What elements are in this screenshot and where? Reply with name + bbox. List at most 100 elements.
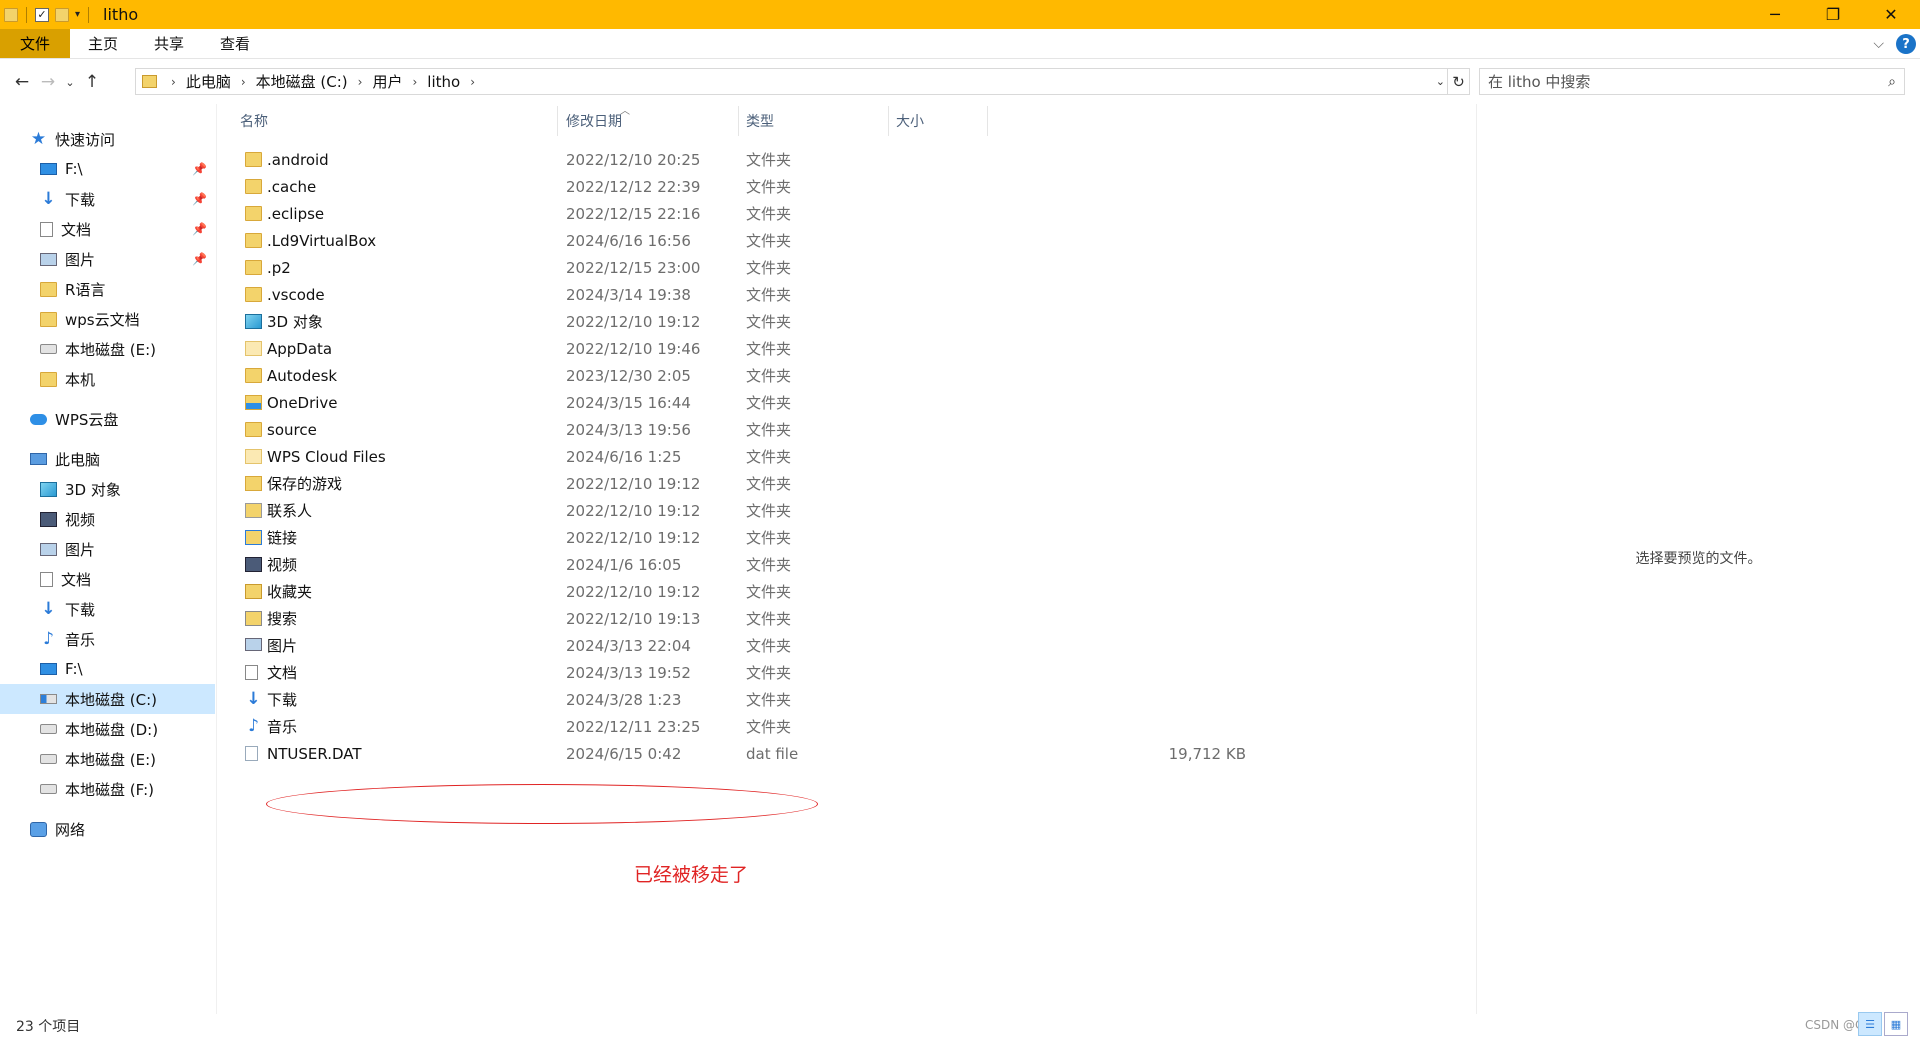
- pane-divider[interactable]: [216, 104, 217, 1014]
- column-divider[interactable]: [557, 106, 558, 136]
- column-date[interactable]: 修改日期: [566, 106, 622, 136]
- new-folder-icon[interactable]: [55, 7, 69, 22]
- details-view-icon[interactable]: ☰: [1858, 1012, 1882, 1036]
- this-pc-item[interactable]: 图片: [0, 534, 215, 564]
- file-row[interactable]: .cache 2022/12/12 22:39 文件夹: [230, 173, 1030, 200]
- pin-icon[interactable]: 📌: [192, 252, 207, 266]
- file-row[interactable]: 保存的游戏 2022/12/10 19:12 文件夹: [230, 470, 1030, 497]
- breadcrumb-litho[interactable]: litho: [423, 73, 464, 91]
- refresh-icon[interactable]: ↻: [1448, 68, 1470, 95]
- file-row[interactable]: AppData 2022/12/10 19:46 文件夹: [230, 335, 1030, 362]
- this-pc-item[interactable]: ↓ 下载: [0, 594, 215, 624]
- file-row[interactable]: .vscode 2024/3/14 19:38 文件夹: [230, 281, 1030, 308]
- minimize-icon[interactable]: ─: [1746, 0, 1804, 29]
- file-row[interactable]: 3D 对象 2022/12/10 19:12 文件夹: [230, 308, 1030, 335]
- file-row[interactable]: 收藏夹 2022/12/10 19:12 文件夹: [230, 578, 1030, 605]
- large-icons-view-icon[interactable]: ▦: [1884, 1012, 1908, 1036]
- customize-toolbar-dropdown-icon[interactable]: ▾: [75, 9, 80, 20]
- this-pc-item[interactable]: 本地磁盘 (F:): [0, 774, 215, 804]
- quick-access-item[interactable]: wps云文档: [0, 304, 215, 334]
- file-row[interactable]: 图片 2024/3/13 22:04 文件夹: [230, 632, 1030, 659]
- search-input[interactable]: [1488, 72, 1868, 91]
- breadcrumb-users[interactable]: 用户: [368, 71, 406, 92]
- breadcrumb-chevron-icon[interactable]: ›: [406, 75, 423, 89]
- file-row[interactable]: 链接 2022/12/10 19:12 文件夹: [230, 524, 1030, 551]
- breadcrumb-this-pc[interactable]: 此电脑: [182, 71, 235, 92]
- quick-access-item[interactable]: ↓ 下载 📌: [0, 184, 215, 214]
- quick-access-item[interactable]: R语言: [0, 274, 215, 304]
- nav-wps-cloud[interactable]: WPS云盘: [0, 404, 215, 434]
- this-pc-item[interactable]: 3D 对象: [0, 474, 215, 504]
- breadcrumb-chevron-icon[interactable]: ›: [352, 75, 369, 89]
- file-row[interactable]: 搜索 2022/12/10 19:13 文件夹: [230, 605, 1030, 632]
- address-dropdown-icon[interactable]: ⌄: [1436, 75, 1445, 88]
- recent-locations-chevron-icon[interactable]: ⌄: [61, 69, 79, 95]
- file-row[interactable]: 文档 2024/3/13 19:52 文件夹: [230, 659, 1030, 686]
- help-icon[interactable]: ?: [1896, 34, 1916, 54]
- quick-access-item[interactable]: 本地磁盘 (E:): [0, 334, 215, 364]
- file-row[interactable]: source 2024/3/13 19:56 文件夹: [230, 416, 1030, 443]
- properties-check-icon[interactable]: ✓: [35, 7, 49, 22]
- column-divider[interactable]: [888, 106, 889, 136]
- this-pc-item[interactable]: 本地磁盘 (C:): [0, 684, 215, 714]
- file-row[interactable]: 联系人 2022/12/10 19:12 文件夹: [230, 497, 1030, 524]
- breadcrumb-chevron-icon[interactable]: ›: [235, 75, 252, 89]
- nav-this-pc[interactable]: 此电脑: [0, 444, 215, 474]
- search-box[interactable]: ⌕: [1479, 68, 1905, 95]
- quick-access-item[interactable]: 本机: [0, 364, 215, 394]
- column-size[interactable]: 大小: [896, 106, 924, 136]
- this-pc-item[interactable]: ♪ 音乐: [0, 624, 215, 654]
- tab-view[interactable]: 查看: [202, 29, 268, 58]
- file-row[interactable]: OneDrive 2024/3/15 16:44 文件夹: [230, 389, 1030, 416]
- this-pc-item[interactable]: 视频: [0, 504, 215, 534]
- this-pc-item[interactable]: 本地磁盘 (D:): [0, 714, 215, 744]
- nav-label: 快速访问: [55, 130, 116, 149]
- restore-icon[interactable]: ❐: [1804, 0, 1862, 29]
- breadcrumb-drive-c[interactable]: 本地磁盘 (C:): [252, 71, 352, 92]
- file-row[interactable]: ↓ 下载 2024/3/28 1:23 文件夹: [230, 686, 1030, 713]
- nav-network[interactable]: 网络: [0, 814, 215, 844]
- breadcrumb-chevron-icon[interactable]: ›: [165, 75, 182, 89]
- file-row[interactable]: ♪ 音乐 2022/12/11 23:25 文件夹: [230, 713, 1030, 740]
- this-pc-item[interactable]: 文档: [0, 564, 215, 594]
- tab-share[interactable]: 共享: [136, 29, 202, 58]
- file-type: 文件夹: [746, 502, 792, 520]
- address-bar[interactable]: › 此电脑 › 本地磁盘 (C:) › 用户 › litho › ⌄: [135, 68, 1448, 95]
- music-icon: ♪: [43, 628, 54, 649]
- file-row[interactable]: WPS Cloud Files 2024/6/16 1:25 文件夹: [230, 443, 1030, 470]
- file-row[interactable]: .android 2022/12/10 20:25 文件夹: [230, 146, 1030, 173]
- column-divider[interactable]: [987, 106, 988, 136]
- computer-icon: [30, 453, 47, 465]
- forward-arrow-icon[interactable]: →: [35, 69, 61, 95]
- search-icon[interactable]: ⌕: [1888, 74, 1896, 90]
- file-row[interactable]: .eclipse 2022/12/15 22:16 文件夹: [230, 200, 1030, 227]
- file-row[interactable]: Autodesk 2023/12/30 2:05 文件夹: [230, 362, 1030, 389]
- column-divider[interactable]: [738, 106, 739, 136]
- nav-item-label: 视频: [65, 510, 96, 529]
- column-type[interactable]: 类型: [746, 106, 774, 136]
- nav-quick-access[interactable]: ★ 快速访问: [0, 124, 215, 154]
- file-row[interactable]: 视频 2024/1/6 16:05 文件夹: [230, 551, 1030, 578]
- this-pc-item[interactable]: F:\: [0, 654, 215, 684]
- close-icon[interactable]: ✕: [1862, 0, 1920, 29]
- up-arrow-icon[interactable]: ↑: [79, 69, 105, 95]
- pin-icon[interactable]: 📌: [192, 192, 207, 206]
- back-arrow-icon[interactable]: ←: [9, 69, 35, 95]
- pin-icon[interactable]: 📌: [192, 162, 207, 176]
- breadcrumb-chevron-icon[interactable]: ›: [464, 75, 481, 89]
- quick-access-item[interactable]: 图片 📌: [0, 244, 215, 274]
- file-date: 2022/12/10 19:46: [566, 339, 701, 358]
- file-date: 2022/12/10 19:12: [566, 582, 701, 601]
- file-row[interactable]: .Ld9VirtualBox 2024/6/16 16:56 文件夹: [230, 227, 1030, 254]
- file-row[interactable]: NTUSER.DAT 2024/6/15 0:42 dat file 19,712 K…: [230, 740, 1246, 767]
- pin-icon[interactable]: 📌: [192, 222, 207, 236]
- window-title: litho: [103, 5, 139, 24]
- this-pc-item[interactable]: 本地磁盘 (E:): [0, 744, 215, 774]
- file-row[interactable]: .p2 2022/12/15 23:00 文件夹: [230, 254, 1030, 281]
- column-name[interactable]: 名称: [240, 106, 268, 136]
- tab-home[interactable]: 主页: [70, 29, 136, 58]
- expand-ribbon-chevron-icon[interactable]: ⌵: [1873, 36, 1884, 52]
- quick-access-item[interactable]: 文档 📌: [0, 214, 215, 244]
- tab-file[interactable]: 文件: [0, 29, 70, 58]
- quick-access-item[interactable]: F:\ 📌: [0, 154, 215, 184]
